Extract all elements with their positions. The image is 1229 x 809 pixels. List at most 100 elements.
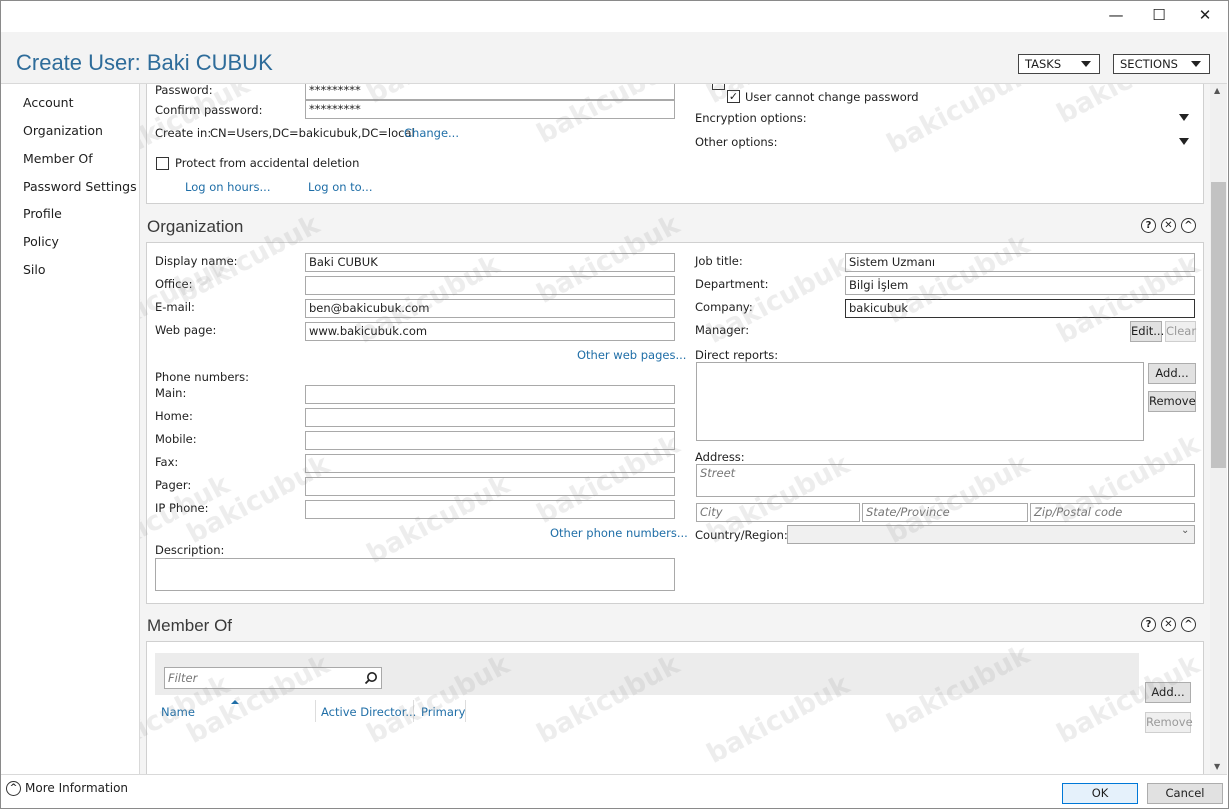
nav-item-organization[interactable]: Organization (23, 123, 103, 138)
logon-to-link[interactable]: Log on to... (308, 180, 373, 194)
job-title-label: Job title: (695, 254, 743, 268)
nav-item-profile[interactable]: Profile (23, 206, 62, 221)
nav-item-member-of[interactable]: Member Of (23, 151, 93, 166)
description-label: Description: (155, 543, 225, 557)
create-in-value: CN=Users,DC=bakicubuk,DC=local (210, 126, 415, 140)
other-phone-numbers-link[interactable]: Other phone numbers... (550, 526, 688, 540)
help-icon[interactable]: ? (1141, 218, 1156, 233)
col-divider (315, 700, 316, 722)
logon-hours-link[interactable]: Log on hours... (185, 180, 270, 194)
nav-item-account[interactable]: Account (23, 95, 73, 110)
password-label: Password: (155, 84, 213, 97)
content-area: Password: ********* Confirm password: **… (140, 84, 1210, 774)
email-field[interactable]: ben@bakicubuk.com (305, 299, 675, 318)
help-icon[interactable]: ? (1141, 617, 1156, 632)
cannot-change-label: User cannot change password (745, 90, 919, 104)
protect-checkbox[interactable] (156, 157, 169, 170)
cancel-button[interactable]: Cancel (1147, 783, 1223, 804)
zip-field[interactable]: Zip/Postal code (1030, 503, 1195, 522)
member-of-title: Member Of (147, 616, 233, 635)
home-phone-field[interactable] (305, 408, 675, 427)
close-icon[interactable]: ✕ (1161, 218, 1176, 233)
search-icon[interactable] (364, 671, 378, 685)
chevron-down-icon[interactable] (1179, 138, 1189, 145)
filter-input[interactable]: Filter (164, 667, 382, 689)
manager-label: Manager: (695, 323, 750, 337)
office-field[interactable] (305, 276, 675, 295)
confirm-password-label: Confirm password: (155, 103, 263, 117)
expand-up-icon[interactable]: ^ (6, 781, 21, 796)
scroll-down-icon[interactable]: ▼ (1214, 762, 1220, 771)
mobile-phone-field[interactable] (305, 431, 675, 450)
more-information-link[interactable]: More Information (25, 781, 128, 795)
email-label: E-mail: (155, 300, 195, 314)
protect-label: Protect from accidental deletion (175, 156, 360, 170)
chevron-down-icon[interactable] (1179, 114, 1189, 121)
nav-item-silo[interactable]: Silo (23, 262, 46, 277)
member-of-remove-button[interactable]: Remove (1145, 712, 1193, 733)
display-name-field[interactable]: Baki CUBUK (305, 253, 675, 272)
direct-reports-add-button[interactable]: Add... (1148, 363, 1196, 384)
ok-button[interactable]: OK (1062, 783, 1138, 804)
close-window-button[interactable]: ✕ (1190, 4, 1220, 26)
maximize-button[interactable]: ☐ (1144, 4, 1174, 26)
street-field[interactable]: Street (696, 464, 1195, 497)
footer-bar (1, 774, 1227, 808)
col-primary-header[interactable]: Primary (421, 705, 465, 719)
change-link[interactable]: Change... (404, 126, 459, 140)
col-divider (413, 700, 414, 722)
scrollbar-thumb[interactable] (1211, 182, 1226, 468)
country-label: Country/Region: (695, 528, 788, 542)
company-field[interactable]: bakicubuk (845, 299, 1195, 318)
country-select[interactable] (787, 525, 1195, 544)
direct-reports-list[interactable] (696, 362, 1144, 441)
cannot-change-checkbox[interactable]: ✓ (727, 90, 740, 103)
main-phone-field[interactable] (305, 385, 675, 404)
scroll-up-icon[interactable]: ▲ (1214, 86, 1220, 95)
prev-option-checkbox[interactable] (712, 84, 725, 90)
tasks-dropdown[interactable]: TASKS (1018, 54, 1100, 74)
manager-edit-button[interactable]: Edit... (1130, 321, 1164, 342)
collapse-icon[interactable]: ^ (1181, 617, 1196, 632)
office-label: Office: (155, 277, 193, 291)
other-web-pages-link[interactable]: Other web pages... (577, 348, 686, 362)
chevron-down-icon (1081, 61, 1091, 67)
pager-field[interactable] (305, 477, 675, 496)
password-field[interactable]: ********* (305, 84, 675, 100)
manager-clear-button[interactable]: Clear (1165, 321, 1196, 342)
col-name-header[interactable]: Name (161, 705, 195, 719)
chevron-down-icon: ⌄ (1181, 525, 1190, 536)
display-name-label: Display name: (155, 254, 238, 268)
ip-phone-label: IP Phone: (155, 501, 209, 515)
minimize-button[interactable]: — (1101, 4, 1131, 26)
state-field[interactable]: State/Province (862, 503, 1028, 522)
organization-title: Organization (147, 217, 244, 236)
create-in-label: Create in: (155, 126, 212, 140)
section-nav: Account Organization Member Of Password … (1, 84, 140, 774)
tasks-label: TASKS (1025, 57, 1062, 71)
mobile-phone-label: Mobile: (155, 432, 197, 446)
member-of-add-button[interactable]: Add... (1145, 682, 1191, 703)
confirm-password-field[interactable]: ********* (305, 100, 675, 119)
fax-field[interactable] (305, 454, 675, 473)
col-ad-header[interactable]: Active Director... (321, 705, 416, 719)
webpage-label: Web page: (155, 323, 217, 337)
nav-item-password-settings[interactable]: Password Settings (23, 179, 137, 194)
address-label: Address: (695, 450, 745, 464)
direct-reports-remove-button[interactable]: Remove (1148, 391, 1196, 412)
nav-item-policy[interactable]: Policy (23, 234, 59, 249)
close-icon[interactable]: ✕ (1161, 617, 1176, 632)
collapse-icon[interactable]: ^ (1181, 218, 1196, 233)
description-field[interactable] (155, 558, 675, 591)
fax-label: Fax: (155, 455, 179, 469)
job-title-field[interactable]: Sistem Uzmanı (845, 253, 1195, 272)
ip-phone-field[interactable] (305, 500, 675, 519)
other-options-label: Other options: (695, 135, 778, 149)
webpage-field[interactable]: www.bakicubuk.com (305, 322, 675, 341)
city-field[interactable]: City (696, 503, 860, 522)
direct-reports-label: Direct reports: (695, 348, 779, 362)
sections-label: SECTIONS (1120, 57, 1178, 71)
sections-dropdown[interactable]: SECTIONS (1113, 54, 1210, 74)
col-divider (465, 700, 466, 722)
department-field[interactable]: Bilgi İşlem (845, 276, 1195, 295)
